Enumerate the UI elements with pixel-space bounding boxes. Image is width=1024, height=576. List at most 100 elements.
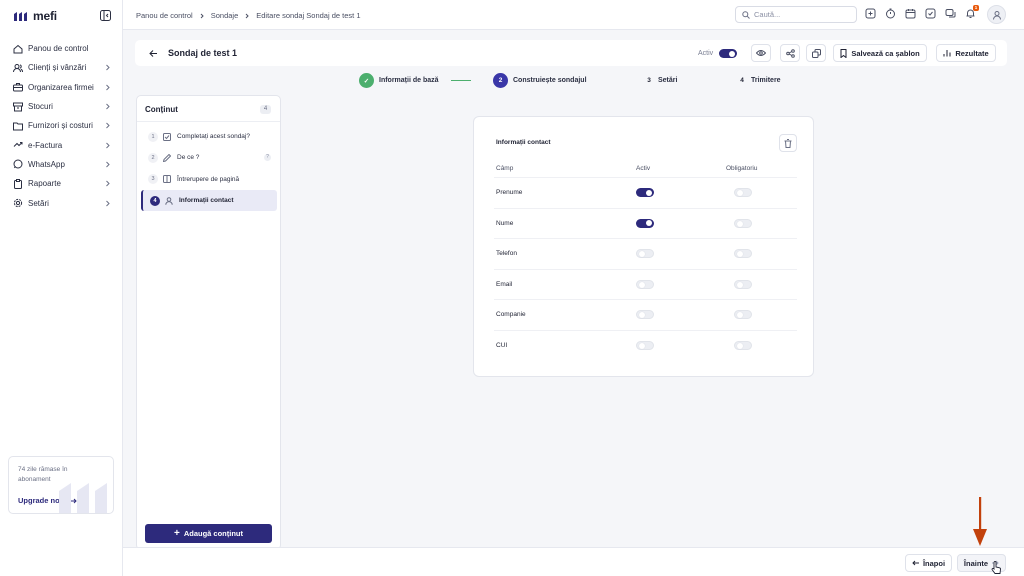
sidebar-item-3[interactable]: Stocuri [9, 97, 115, 116]
content-item-number: 1 [148, 131, 158, 142]
breadcrumb: Panou de control Sondaje Editare sondaj … [136, 11, 361, 20]
search-box[interactable] [735, 6, 857, 23]
efactura-icon [13, 142, 23, 147]
folder-icon [13, 122, 23, 131]
sidebar: mefi Panou de control Clienți și vânzări O… [0, 0, 123, 576]
sidebar-item-4[interactable]: Furnizori și costuri [9, 116, 115, 135]
home-icon [13, 44, 23, 54]
sidebar-item-0[interactable]: Panou de control [9, 39, 115, 58]
active-toggle-group: Activ [698, 49, 738, 58]
content-list: 1 Completați acest sondaj? 2 De ce ?? 3 Între… [141, 126, 277, 212]
step-label: Construiește sondajul [513, 77, 587, 84]
field-required-toggle[interactable] [734, 310, 752, 319]
calendar-icon[interactable] [905, 8, 916, 19]
back-button[interactable]: Înapoi [905, 554, 952, 572]
content-panel: Conținut 4 1 Completați acest sondaj? 2 De … [136, 95, 281, 550]
page-break-icon [163, 175, 171, 184]
content-item[interactable]: 3 Întrerupere de pagină [141, 169, 277, 190]
step-label: Informații de bază [379, 77, 439, 84]
notifications-button[interactable]: 1 [965, 5, 979, 19]
step-number: 4 [740, 77, 744, 84]
whatsapp-icon [13, 159, 23, 169]
chevron-right-icon [106, 122, 110, 129]
avatar[interactable] [987, 5, 1006, 24]
table-row: Companie [494, 299, 797, 330]
chevron-right-icon [106, 84, 110, 91]
logo-text: mefi [33, 9, 57, 23]
sidebar-item-6[interactable]: WhatsApp [9, 155, 115, 174]
search-icon [742, 10, 750, 19]
field-active-toggle[interactable] [636, 340, 654, 350]
field-required-toggle[interactable] [734, 218, 752, 228]
step-send[interactable]: 4 Trimitere [738, 73, 780, 88]
next-label: Înainte [963, 558, 989, 568]
results-button[interactable]: Rezultate [936, 44, 996, 62]
info-icon[interactable]: ? [264, 154, 271, 162]
chat-icon[interactable] [945, 8, 956, 19]
share-icon [785, 48, 795, 58]
sidebar-nav: Panou de control Clienți și vânzări Organi… [9, 39, 115, 213]
copy-icon [811, 48, 821, 58]
save-as-template-button[interactable]: Salvează ca șablon [833, 44, 927, 62]
survey-active-toggle[interactable] [719, 49, 738, 58]
org-icon [13, 83, 23, 92]
content-item[interactable]: 4 Informații contact [141, 189, 277, 212]
step-label: Setări [658, 77, 678, 84]
clipboard-icon [14, 178, 22, 189]
sidebar-item-7[interactable]: Rapoarte [9, 174, 115, 193]
topbar-icons: 1 [865, 5, 979, 19]
add-square-icon[interactable] [865, 8, 876, 19]
content-item-label: Completați acest sondaj? [177, 133, 250, 141]
content-item-label: De ce ? [177, 154, 200, 162]
breadcrumb-dashboard[interactable]: Panou de control [136, 11, 193, 20]
content-item[interactable]: 2 De ce ?? [141, 147, 277, 168]
page-title: Sondaj de test 1 [168, 48, 238, 58]
hand-cursor-icon [991, 561, 1001, 574]
chevron-right-icon [106, 200, 110, 206]
step-basic-info[interactable]: ✓ Informații de bază [359, 73, 439, 88]
collapse-sidebar-icon[interactable] [100, 10, 111, 21]
divider [137, 121, 280, 122]
logo[interactable]: mefi [13, 9, 57, 23]
sidebar-item-1[interactable]: Clienți și vânzări [9, 58, 115, 77]
contact-info-card: Informații contact Câmp Activ Obligatori… [473, 116, 814, 377]
field-required-toggle[interactable] [734, 188, 752, 197]
field-active-toggle[interactable] [636, 188, 654, 197]
field-required-toggle[interactable] [734, 279, 752, 289]
back-label: Înapoi [922, 558, 946, 568]
column-active-header: Activ [636, 165, 651, 172]
field-name: CUI [496, 341, 508, 349]
content-item[interactable]: 1 Completați acest sondaj? [141, 126, 277, 147]
field-required-toggle[interactable] [734, 340, 752, 350]
search-input[interactable] [754, 10, 844, 19]
share-button[interactable] [780, 44, 800, 62]
step-number: 2 [493, 73, 508, 88]
add-content-button[interactable]: + Adaugă conținut [145, 524, 272, 543]
duplicate-button[interactable] [806, 44, 826, 62]
sidebar-item-5[interactable]: e-Factura [9, 135, 115, 154]
step-connector [451, 80, 471, 81]
step-build-survey[interactable]: 2 Construiește sondajul [493, 73, 587, 88]
step-settings[interactable]: 3 Setări [645, 73, 677, 88]
breadcrumb-surveys[interactable]: Sondaje [211, 11, 239, 20]
chevron-right-icon [106, 65, 110, 71]
delete-block-button[interactable] [779, 134, 797, 152]
timer-icon[interactable] [885, 8, 896, 19]
sidebar-item-label: Setări [28, 198, 49, 208]
chevron-right-icon [106, 161, 110, 168]
field-active-toggle[interactable] [636, 310, 654, 319]
field-active-toggle[interactable] [636, 249, 654, 258]
field-active-toggle[interactable] [636, 218, 654, 228]
sidebar-item-8[interactable]: Setări [9, 193, 115, 212]
preview-button[interactable] [751, 44, 771, 62]
eye-icon [756, 50, 766, 56]
sidebar-item-2[interactable]: Organizarea firmei [9, 78, 115, 97]
field-name: Telefon [496, 250, 517, 257]
field-active-toggle[interactable] [636, 279, 654, 289]
task-check-icon[interactable] [925, 8, 936, 19]
content-item-label: Întrerupere de pagină [177, 175, 240, 183]
table-row: CUI [494, 329, 797, 361]
back-arrow-icon[interactable] [149, 49, 158, 58]
active-label: Activ [698, 50, 714, 57]
field-required-toggle[interactable] [734, 249, 752, 258]
